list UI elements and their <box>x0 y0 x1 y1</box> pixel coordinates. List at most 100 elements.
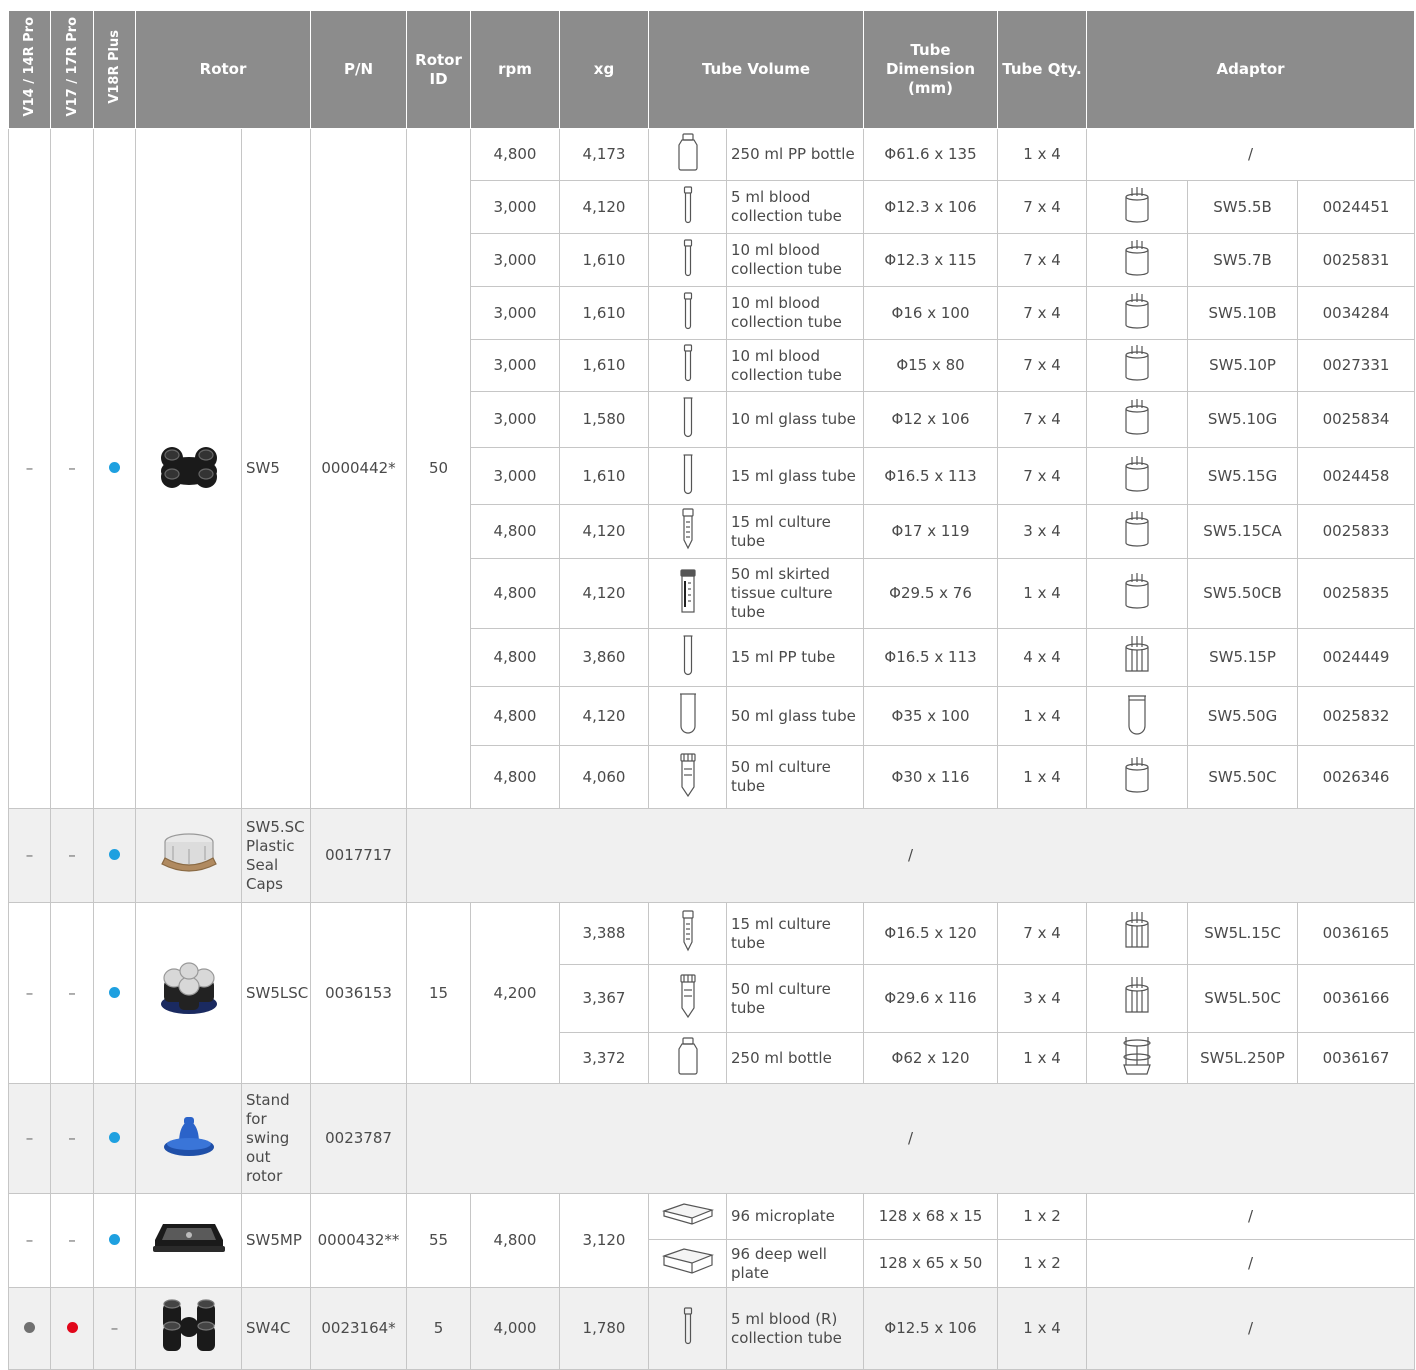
adaptor-name-cell: SW5.50C <box>1187 745 1299 809</box>
adaptor-cup-icon <box>1123 292 1151 335</box>
adaptor-name-cell: SW5.10B <box>1187 286 1299 340</box>
rpm-cell: 4,800 <box>470 745 561 809</box>
adaptor-none-cell: / <box>1086 1239 1416 1288</box>
adaptor-pn-cell: 0036166 <box>1297 964 1416 1033</box>
adaptor-icon-cell <box>1086 686 1189 746</box>
rotor-pn-cell: 0023787 <box>310 1083 408 1194</box>
compat-v17-cell <box>50 1287 94 1370</box>
header-tube-qty: Tube Qty. <box>997 10 1088 129</box>
tube-dimension-cell: Φ12 x 106 <box>863 391 999 448</box>
blood-tube-icon <box>681 344 695 387</box>
sw5-row: – – SW5 0000442* 50 4,800 4,173 250 ml PP bottl… <box>8 128 1416 809</box>
not-compatible-mark: – <box>25 1129 34 1147</box>
tube-qty-cell: 7 x 4 <box>997 180 1088 234</box>
adaptor-rack-icon <box>1122 635 1152 680</box>
rotor-image-cell <box>135 128 242 809</box>
rotor-pn-cell: 0017717 <box>310 808 408 903</box>
compatible-dot <box>109 462 120 473</box>
rotor-name-cell: SW5LSC <box>240 902 312 1084</box>
tube-volume-cell: 10 ml blood collection tube <box>726 233 865 287</box>
compat-v17-cell: – <box>50 902 94 1084</box>
tube-volume-cell: 10 ml blood collection tube <box>726 286 865 340</box>
adaptor-name-cell: SW5.5B <box>1187 180 1299 234</box>
tube-qty-cell: 1 x 2 <box>997 1239 1088 1288</box>
adaptor-icon-cell <box>1086 964 1189 1033</box>
tube-icon-cell <box>648 1239 728 1288</box>
compatible-dot-red <box>66 1322 78 1333</box>
tube-icon-cell <box>648 391 728 448</box>
adaptor-name-cell: SW5.10G <box>1187 391 1299 448</box>
compat-v14-cell <box>8 1287 51 1370</box>
compat-v18-cell <box>93 1193 136 1288</box>
not-compatible-mark: – <box>110 1319 119 1337</box>
adaptor-name-cell: SW5.15P <box>1187 628 1299 687</box>
compatible-dot <box>109 1132 120 1143</box>
tube-volume-cell: 15 ml culture tube <box>726 902 865 965</box>
rotor-name-cell: SW5.SC Plastic Seal Caps <box>240 808 312 903</box>
conical-tube-icon <box>678 974 698 1023</box>
not-compatible-mark: – <box>68 459 76 477</box>
adaptor-icon-cell <box>1086 745 1189 809</box>
tube-dimension-cell: Φ16 x 100 <box>863 286 999 340</box>
not-compatible-mark: – <box>25 459 34 477</box>
tube-icon-cell <box>648 745 728 809</box>
adaptor-pn-cell: 0024449 <box>1297 628 1416 687</box>
tube-qty-cell: 1 x 4 <box>997 1032 1088 1084</box>
tube-qty-cell: 1 x 4 <box>997 1287 1088 1370</box>
compat-v17-cell: – <box>50 808 94 903</box>
adaptor-pn-cell: 0025835 <box>1297 558 1416 629</box>
xg-cell: 3,372 <box>559 1032 650 1084</box>
tube-qty-cell: 3 x 4 <box>997 964 1088 1033</box>
rpm-cell: 4,800 <box>470 128 561 181</box>
xg-cell: 1,610 <box>559 339 650 392</box>
adaptor-pn-cell: 0024458 <box>1297 447 1416 505</box>
xg-cell: 4,120 <box>559 558 650 629</box>
rotor-id-cell: 15 <box>406 902 472 1084</box>
culture-tube-icon <box>680 508 696 555</box>
tube-icon-cell <box>648 628 728 687</box>
tube-qty-cell: 7 x 4 <box>997 391 1088 448</box>
tube-dimension-cell: 128 x 65 x 50 <box>863 1239 999 1288</box>
rpm-cell: 4,000 <box>470 1287 561 1370</box>
tube-icon-cell <box>648 964 728 1033</box>
rpm-cell: 3,000 <box>470 447 561 505</box>
tube-dimension-cell: 128 x 68 x 15 <box>863 1193 999 1240</box>
stand-row: – – Stand for swing out rotor 0023787/ <box>8 1083 1416 1194</box>
tube-qty-cell: 1 x 4 <box>997 686 1088 746</box>
adaptor-name-cell: SW5.15G <box>1187 447 1299 505</box>
adaptor-name-cell: SW5.50CB <box>1187 558 1299 629</box>
tube-dimension-cell: Φ62 x 120 <box>863 1032 999 1084</box>
adaptor-name-cell: SW5L.15C <box>1187 902 1299 965</box>
adaptor-rack-icon <box>1122 976 1152 1021</box>
tube-icon-cell <box>648 233 728 287</box>
glass-tube-icon <box>681 396 695 443</box>
adaptor-none-cell: / <box>1086 128 1416 181</box>
not-compatible-mark: – <box>68 983 76 1002</box>
adaptor-icon-cell <box>1086 558 1189 629</box>
rotor-compatibility-table: V14 / 14R Pro V17 / 17R Pro V18R Plus Ro… <box>8 10 1416 1370</box>
tube-qty-cell: 7 x 4 <box>997 339 1088 392</box>
header-rotor-id: Rotor ID <box>406 10 472 129</box>
adaptor-icon-cell <box>1086 233 1189 287</box>
xg-cell: 1,610 <box>559 447 650 505</box>
tube-dimension-cell: Φ35 x 100 <box>863 686 999 746</box>
not-compatible-mark: – <box>25 983 34 1002</box>
not-compatible-mark: – <box>68 846 76 864</box>
adaptor-name-cell: SW5.50G <box>1187 686 1299 746</box>
adaptor-icon-cell <box>1086 339 1189 392</box>
adaptor-cup-icon <box>1123 756 1151 799</box>
rotor-image-cell <box>135 1287 242 1370</box>
adaptor-cup-icon <box>1123 510 1151 553</box>
tube-icon-cell <box>648 1287 728 1370</box>
header-tube-volume: Tube Volume <box>648 10 865 129</box>
compatible-dot <box>109 986 120 998</box>
microplate-icon <box>661 1201 714 1232</box>
seal-caps-image <box>158 828 220 883</box>
rotor-image-cell <box>135 1083 242 1194</box>
header-adaptor: Adaptor <box>1086 10 1416 129</box>
rotor-id-cell: 50 <box>406 128 472 809</box>
adaptor-icon-cell <box>1086 504 1189 559</box>
glass-tube-icon <box>681 453 695 500</box>
tube-icon-cell <box>648 1032 728 1084</box>
tube-icon-cell <box>648 447 728 505</box>
